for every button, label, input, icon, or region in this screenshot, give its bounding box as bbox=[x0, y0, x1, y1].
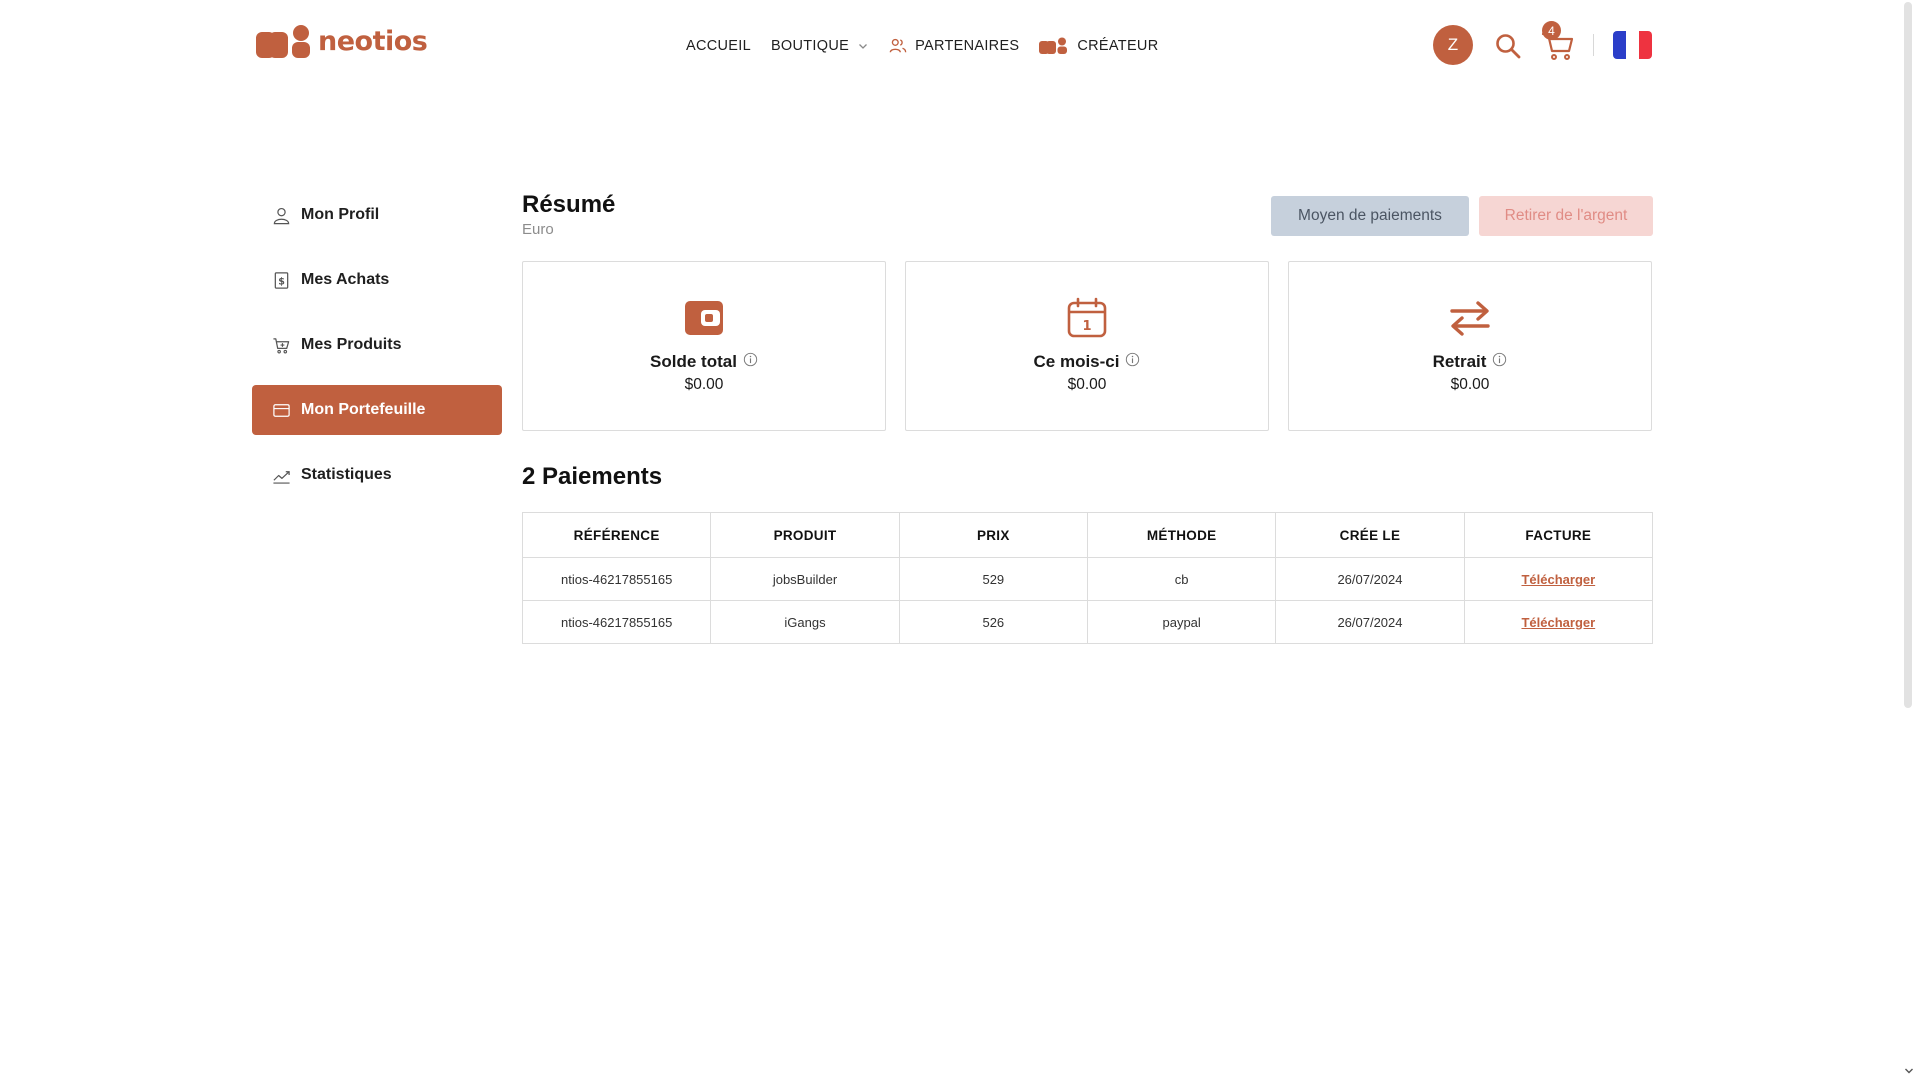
transfer-icon bbox=[1450, 301, 1490, 336]
scroll-down-icon[interactable] bbox=[1903, 1065, 1915, 1077]
card-label: Retrait bbox=[1433, 352, 1508, 372]
cell-price: 529 bbox=[898, 557, 1088, 601]
cell-reference: ntios-46217855165 bbox=[521, 600, 712, 644]
card-label: Ce mois-ci bbox=[1034, 352, 1141, 372]
card-label: Solde total bbox=[650, 352, 758, 372]
user-icon bbox=[273, 207, 290, 224]
card-label-text: Ce mois-ci bbox=[1033, 352, 1120, 371]
table-header-row: RÉFÉRENCE PRODUIT PRIX MÉTHODE CRÉE LE F… bbox=[521, 512, 1654, 558]
column-header: MÉTHODE bbox=[1086, 512, 1277, 558]
card-total-balance: Solde total $0.00 bbox=[522, 261, 886, 431]
wallet-main: Résumé Euro Moyen de paiements Retirer d… bbox=[521, 190, 1654, 644]
wallet-icon bbox=[273, 403, 290, 417]
column-header: FACTURE bbox=[1463, 512, 1654, 558]
nav-partenaires-label: PARTENAIRES bbox=[915, 38, 1020, 54]
table-row: ntios-46217855165 iGangs 526 paypal 26/0… bbox=[521, 600, 1654, 644]
flag-white bbox=[1626, 31, 1639, 59]
site-header: neotios ACCUEIL BOUTIQUE PARTENAIRES CRÉ… bbox=[0, 0, 1900, 92]
nav-accueil[interactable]: ACCUEIL bbox=[686, 38, 751, 54]
flag-red bbox=[1639, 31, 1652, 59]
cell-product: jobsBuilder bbox=[710, 557, 900, 601]
payment-methods-button[interactable]: Moyen de paiements bbox=[1271, 196, 1469, 236]
card-withdrawal: Retrait $0.00 bbox=[1288, 261, 1652, 431]
flag-blue bbox=[1613, 31, 1626, 59]
nav-createur-label: CRÉATEUR bbox=[1077, 38, 1159, 54]
card-label-text: Solde total bbox=[650, 352, 737, 371]
search-icon[interactable] bbox=[1494, 32, 1522, 60]
sidebar-item-label: Mon Profil bbox=[301, 206, 380, 223]
cart-plus-icon bbox=[273, 337, 290, 353]
nav-accueil-label: ACCUEIL bbox=[686, 38, 751, 54]
scrollbar-thumb[interactable] bbox=[1904, 2, 1912, 708]
info-icon[interactable] bbox=[1492, 352, 1507, 367]
column-header: PRODUIT bbox=[710, 512, 900, 558]
download-invoice-link[interactable]: Télécharger bbox=[1521, 572, 1595, 587]
logo-text: neotios bbox=[318, 26, 428, 57]
table-row: ntios-46217855165 jobsBuilder 529 cb 26/… bbox=[521, 557, 1654, 601]
svg-text:$: $ bbox=[278, 276, 285, 287]
download-invoice-link[interactable]: Télécharger bbox=[1521, 615, 1595, 630]
withdraw-button[interactable]: Retirer de l'argent bbox=[1479, 196, 1653, 236]
nav-boutique[interactable]: BOUTIQUE bbox=[771, 38, 869, 54]
sidebar-item-statistiques[interactable]: Statistiques bbox=[252, 450, 502, 500]
partners-icon bbox=[889, 38, 907, 53]
nav-createur[interactable]: CRÉATEUR bbox=[1039, 37, 1158, 55]
main-nav: ACCUEIL BOUTIQUE PARTENAIRES CRÉATEUR bbox=[686, 34, 1158, 58]
logo[interactable]: neotios bbox=[256, 24, 428, 60]
account-sidebar: Mon Profil $ Mes Achats Mes Produits Mon… bbox=[252, 190, 502, 515]
summary-cards: Solde total $0.00 1 Ce mois-ci $0.00 Ret… bbox=[522, 261, 1652, 431]
cell-invoice: Télécharger bbox=[1463, 600, 1654, 644]
cart-count-badge: 4 bbox=[1542, 21, 1561, 40]
sidebar-item-portefeuille[interactable]: Mon Portefeuille bbox=[252, 385, 502, 435]
card-this-month: 1 Ce mois-ci $0.00 bbox=[905, 261, 1269, 431]
avatar[interactable]: Z bbox=[1433, 25, 1473, 65]
sidebar-item-label: Statistiques bbox=[301, 466, 392, 483]
column-header: RÉFÉRENCE bbox=[521, 512, 712, 558]
payments-table: RÉFÉRENCE PRODUIT PRIX MÉTHODE CRÉE LE F… bbox=[521, 512, 1654, 644]
action-buttons: Moyen de paiements Retirer de l'argent bbox=[1271, 196, 1653, 236]
cell-method: cb bbox=[1086, 557, 1277, 601]
creator-icon bbox=[1039, 37, 1068, 54]
payments-title: 2 Paiements bbox=[522, 463, 663, 490]
header-divider bbox=[1593, 34, 1594, 56]
card-value: $0.00 bbox=[1450, 376, 1490, 393]
nav-partenaires[interactable]: PARTENAIRES bbox=[889, 37, 1019, 55]
column-header: CRÉE LE bbox=[1275, 512, 1465, 558]
sidebar-item-profil[interactable]: Mon Profil bbox=[252, 190, 502, 240]
cell-product: iGangs bbox=[710, 600, 900, 644]
nav-boutique-label: BOUTIQUE bbox=[770, 38, 850, 54]
info-icon[interactable] bbox=[743, 352, 758, 367]
sidebar-item-label: Mes Achats bbox=[301, 271, 390, 288]
sidebar-item-produits[interactable]: Mes Produits bbox=[252, 320, 502, 370]
cell-invoice: Télécharger bbox=[1463, 557, 1654, 601]
cell-reference: ntios-46217855165 bbox=[521, 557, 712, 601]
card-label-text: Retrait bbox=[1432, 352, 1487, 371]
calendar-icon: 1 bbox=[1067, 297, 1107, 338]
chart-line-icon bbox=[273, 470, 290, 484]
sidebar-item-label: Mon Portefeuille bbox=[301, 401, 426, 418]
sidebar-item-achats[interactable]: $ Mes Achats bbox=[252, 255, 502, 305]
cell-price: 526 bbox=[898, 600, 1088, 644]
card-value: $0.00 bbox=[684, 376, 724, 393]
receipt-icon: $ bbox=[274, 271, 289, 289]
cell-method: paypal bbox=[1086, 600, 1277, 644]
france-flag-icon[interactable] bbox=[1613, 31, 1652, 59]
card-value: $0.00 bbox=[1067, 376, 1107, 393]
wallet-icon bbox=[685, 301, 723, 335]
logo-mark-icon bbox=[256, 25, 310, 58]
chevron-down-icon bbox=[859, 44, 868, 49]
info-icon[interactable] bbox=[1125, 352, 1140, 367]
page-scrollbar[interactable] bbox=[1900, 0, 1919, 1079]
column-header: PRIX bbox=[898, 512, 1088, 558]
sidebar-item-label: Mes Produits bbox=[301, 336, 402, 353]
cell-created: 26/07/2024 bbox=[1275, 600, 1465, 644]
svg-text:1: 1 bbox=[1082, 319, 1091, 334]
cell-created: 26/07/2024 bbox=[1275, 557, 1465, 601]
